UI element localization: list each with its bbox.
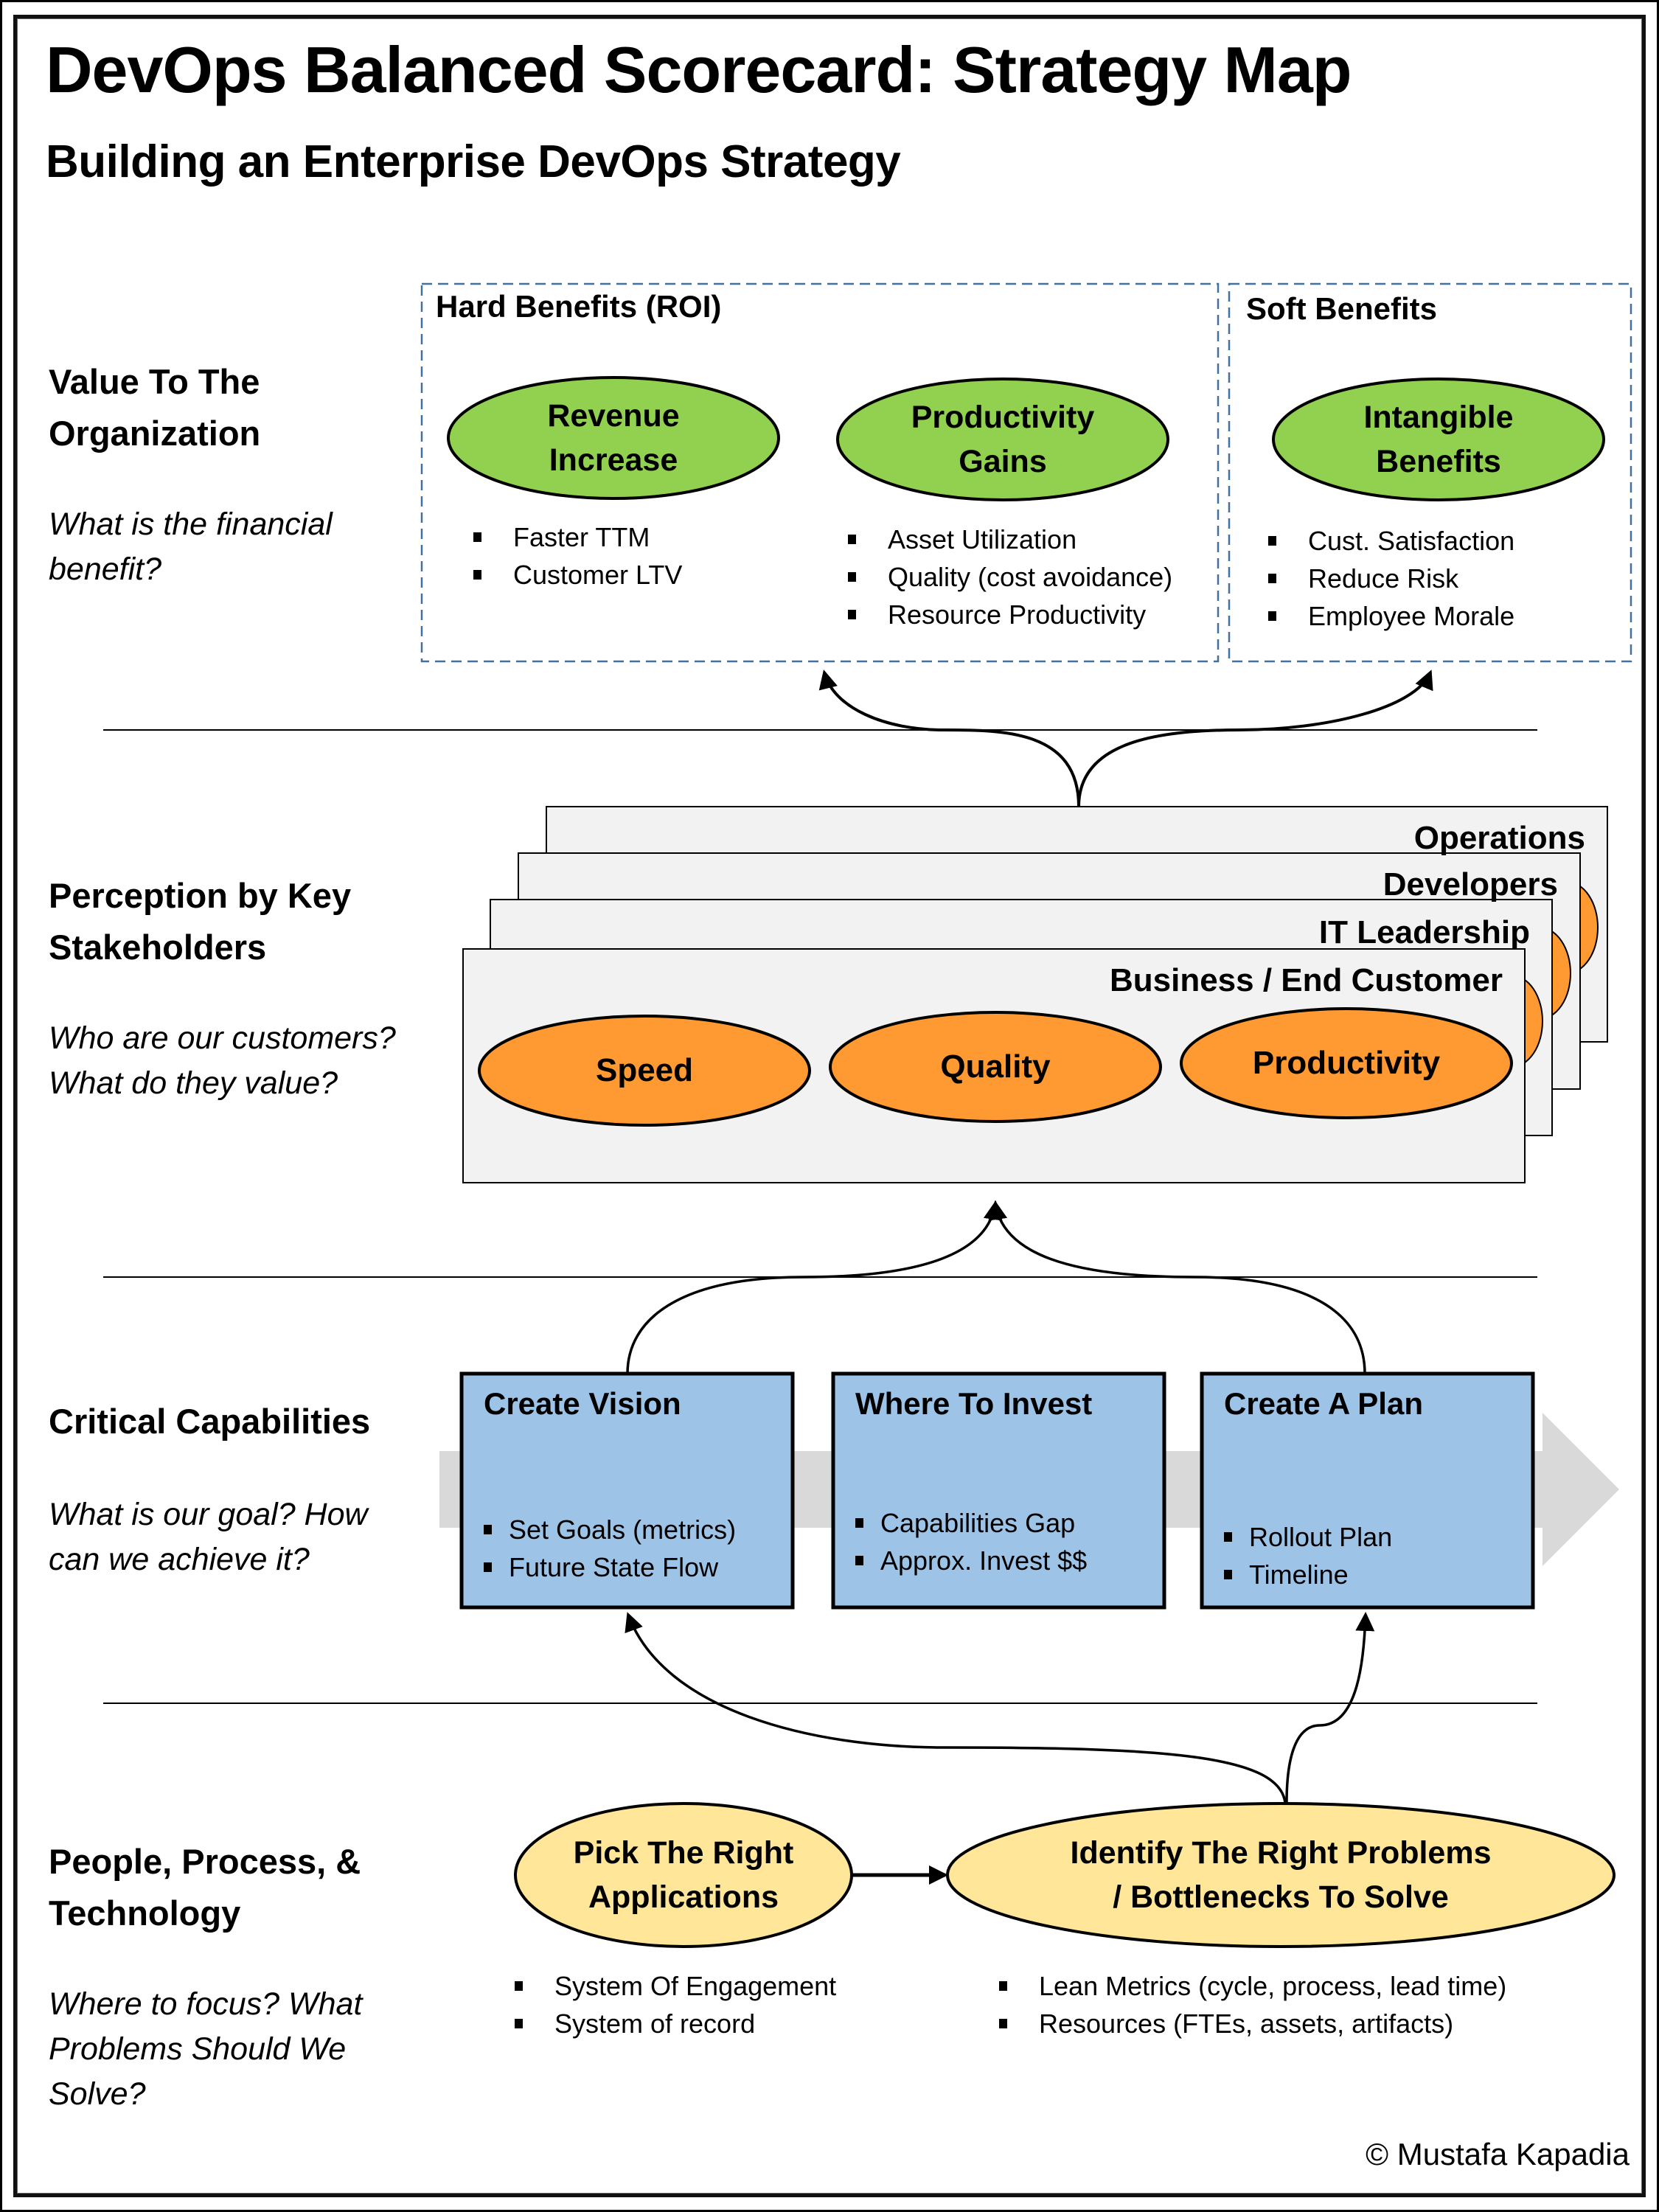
stakeholder-card-label-developers: Developers	[1382, 866, 1558, 902]
copyright-notice: © Mustafa Kapadia	[1366, 2137, 1630, 2171]
stakeholder-card-label-business: Business / End Customer	[1109, 962, 1503, 998]
arrow-problems-to-vision	[625, 1612, 1287, 1804]
bullet-item: Future State Flow	[484, 1548, 736, 1586]
bullet-item: Reduce Risk	[1268, 560, 1514, 597]
intangible-bullets: Cust. Satisfaction Reduce Risk Employee …	[1268, 522, 1514, 635]
soft-benefits-title: Soft Benefits	[1246, 291, 1438, 326]
bullet-item: Approx. Invest $$	[855, 1542, 1087, 1579]
revenue-bullets: Faster TTM Customer LTV	[473, 518, 682, 594]
row-question-stakeholders: Who are our customers? What do they valu…	[49, 1020, 396, 1101]
row-question-value: What is the financial benefit?	[49, 507, 333, 587]
value-oval-quality-label: Quality	[940, 1048, 1051, 1085]
arrow-problems-to-plan	[1285, 1612, 1375, 1804]
ppt-bullets-identify-problems: Lean Metrics (cycle, process, lead time)…	[999, 1967, 1506, 2042]
productivity-bullets: Asset Utilization Quality (cost avoidanc…	[848, 521, 1172, 633]
bullet-item: Resource Productivity	[848, 596, 1172, 633]
row-heading-capabilities: Critical Capabilities	[49, 1402, 371, 1441]
ppt-bullets-pick-applications: System Of Engagement System of record	[515, 1967, 836, 2042]
bullet-item: Cust. Satisfaction	[1268, 522, 1514, 560]
capability-bullets-create-vision: Set Goals (metrics) Future State Flow	[484, 1511, 736, 1586]
benefit-oval-intangible-label: Intangible Benefits	[1363, 400, 1514, 479]
stakeholder-card-label-it-leadership: IT Leadership	[1318, 914, 1530, 950]
capability-bullets-create-a-plan: Rollout Plan Timeline	[1224, 1518, 1392, 1593]
capability-title-create-a-plan: Create A Plan	[1224, 1386, 1423, 1421]
bullet-item: Capabilities Gap	[855, 1504, 1087, 1542]
row-heading-stakeholders: Perception by Key Stakeholders	[49, 876, 352, 967]
page-subtitle: Building an Enterprise DevOps Strategy	[46, 136, 901, 187]
bullet-item: Set Goals (metrics)	[484, 1511, 736, 1548]
capability-title-where-to-invest: Where To Invest	[855, 1386, 1093, 1421]
row-question-ppt: Where to focus? What Problems Should We …	[49, 1986, 363, 2112]
value-oval-speed-label: Speed	[595, 1052, 694, 1088]
bullet-item: Lean Metrics (cycle, process, lead time)	[999, 1967, 1506, 2005]
row-heading-ppt: People, Process, & Technology	[49, 1842, 361, 1933]
arrow-stakeholders-to-hard	[818, 669, 1080, 807]
bullet-item: Resources (FTEs, assets, artifacts)	[999, 2005, 1506, 2042]
ppt-oval-pick-applications-label: Pick The Right Applications	[573, 1835, 794, 1915]
capability-title-create-vision: Create Vision	[484, 1386, 681, 1421]
arrow-plan-to-stakeholders	[988, 1200, 1366, 1374]
bullet-item: Rollout Plan	[1224, 1518, 1392, 1556]
value-oval-productivity-label: Productivity	[1252, 1045, 1441, 1081]
bullet-item: Timeline	[1224, 1556, 1392, 1593]
ppt-oval-identify-problems-label: Identify The Right Problems / Bottlenecks…	[1070, 1835, 1492, 1915]
bullet-item: System of record	[515, 2005, 836, 2042]
bullet-item: Asset Utilization	[848, 521, 1172, 558]
bullet-item: Employee Morale	[1268, 597, 1514, 635]
capability-bullets-where-to-invest: Capabilities Gap Approx. Invest $$	[855, 1504, 1087, 1579]
page-title: DevOps Balanced Scorecard: Strategy Map	[46, 33, 1352, 106]
hard-benefits-title: Hard Benefits (ROI)	[436, 289, 722, 324]
row-question-capabilities: What is our goal? How can we achieve it?	[49, 1497, 368, 1577]
bullet-item: Quality (cost avoidance)	[848, 558, 1172, 596]
bullet-item: Faster TTM	[473, 518, 682, 556]
arrow-vision-to-stakeholders	[626, 1200, 1003, 1374]
arrow-stakeholders-to-soft	[1077, 669, 1433, 807]
bullet-item: System Of Engagement	[515, 1967, 836, 2005]
benefit-oval-productivity-label: Productivity Gains	[911, 400, 1095, 479]
benefit-oval-revenue-label: Revenue Increase	[547, 398, 680, 478]
stakeholder-card-label-operations: Operations	[1413, 820, 1585, 856]
row-heading-value: Value To The Organization	[49, 362, 261, 453]
bullet-item: Customer LTV	[473, 556, 682, 594]
